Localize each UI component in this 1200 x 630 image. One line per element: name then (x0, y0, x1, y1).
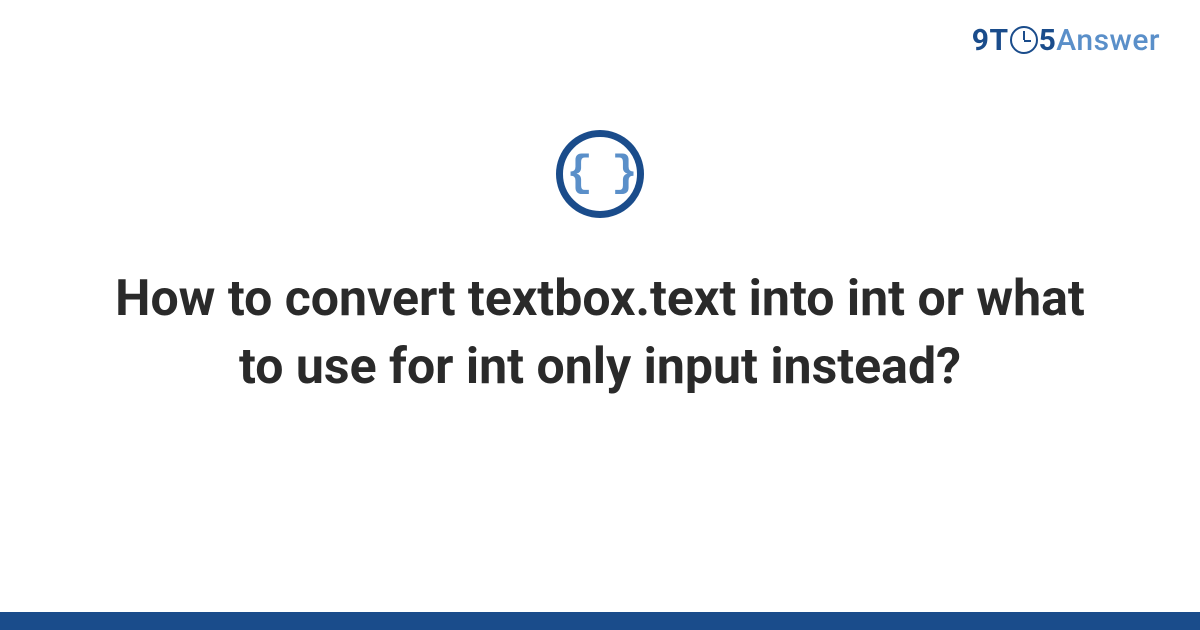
question-title: How to convert textbox.text into int or … (75, 266, 1125, 401)
code-braces-icon: { } (566, 149, 633, 199)
logo-text-5: 5 (1039, 23, 1057, 58)
clock-icon (1010, 26, 1038, 54)
site-logo: 9T 5 Answer (972, 22, 1160, 58)
category-icon-circle: { } (556, 130, 644, 218)
main-content: { } How to convert textbox.text into int… (0, 130, 1200, 401)
logo-text-answer: Answer (1056, 23, 1160, 58)
footer-accent-bar (0, 612, 1200, 630)
logo-text-9t: 9T (972, 23, 1009, 58)
